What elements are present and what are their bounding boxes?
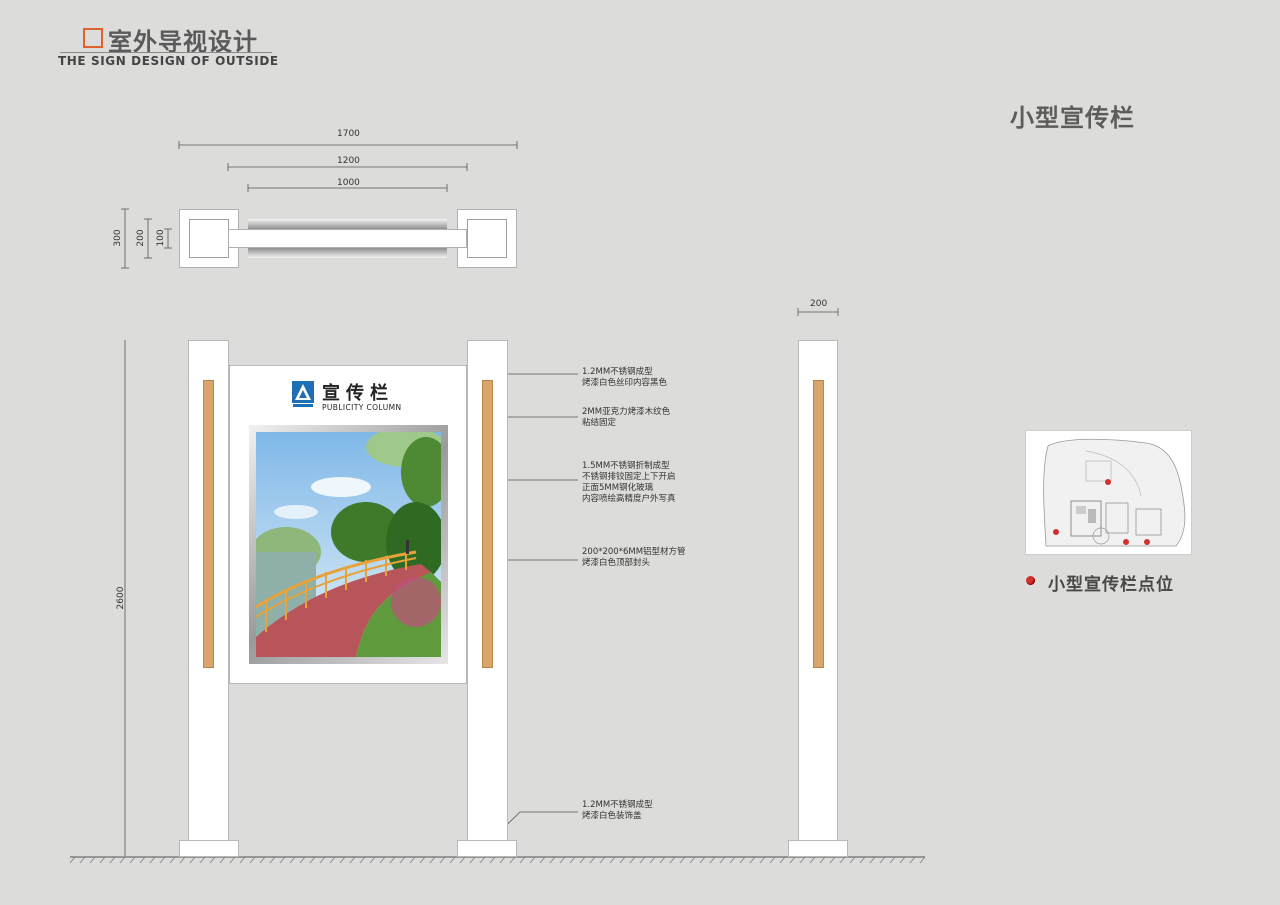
callout-4: 200*200*6MM铝型材方管 烤漆白色顶部封头 (582, 547, 686, 568)
wood-strip-right (482, 380, 493, 668)
dim-label-1000: 1000 (337, 178, 360, 188)
plan-post-right-inner (467, 219, 507, 258)
callout-2: 2MM亚克力烤漆木纹色 粘结固定 (582, 407, 671, 428)
callout-1: 1.2MM不锈钢成型 烤漆白色丝印内容黑色 (582, 367, 668, 388)
post-base-side (788, 840, 848, 857)
plan-frame-top (248, 219, 447, 229)
dim-label-1700: 1700 (337, 129, 360, 139)
dim-label-1200: 1200 (337, 156, 360, 166)
dim-label-100: 100 (156, 229, 166, 247)
poster-frame (249, 425, 448, 664)
dim-label-post-200: 200 (810, 299, 828, 309)
wood-strip-side (813, 380, 824, 668)
plan-board (228, 229, 467, 248)
location-map (1025, 430, 1192, 555)
dim-label-2600: 2600 (116, 586, 126, 610)
dim-label-300: 300 (113, 229, 123, 247)
logo-icon (292, 381, 314, 407)
board-title: 宣传栏 (322, 383, 394, 404)
plan-post-left-inner (189, 219, 229, 258)
site-plan (1026, 431, 1191, 554)
poster-photo (256, 432, 441, 657)
board-subtitle: PUBLICITY COLUMN (322, 403, 402, 412)
legend-label: 小型宣传栏点位 (1048, 575, 1174, 595)
post-base-right (457, 840, 517, 857)
callout-3: 1.5MM不锈钢折制成型 不锈钢排铰固定上下开启 正面5MM钢化玻璃 内容喷绘高精度户… (582, 461, 676, 504)
post-base-left (179, 840, 239, 857)
callout-5: 1.2MM不锈钢成型 烤漆白色装饰盖 (582, 800, 653, 821)
plan-frame-bottom (248, 248, 447, 258)
publicity-board: 宣传栏 PUBLICITY COLUMN (229, 365, 467, 684)
dim-label-200: 200 (136, 229, 146, 247)
legend-marker-icon (1026, 576, 1035, 585)
wood-strip-left (203, 380, 214, 668)
